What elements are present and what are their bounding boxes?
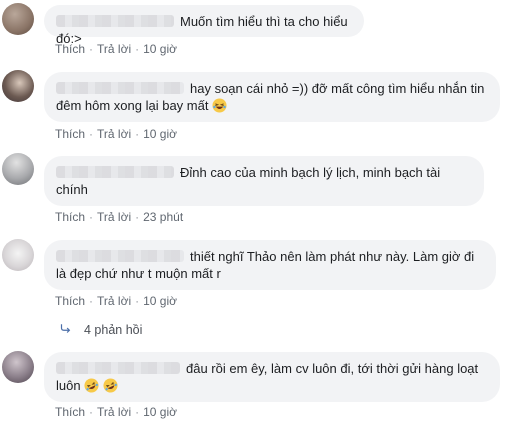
separator-dot: · [135, 127, 140, 141]
laughing-emoji [212, 98, 227, 113]
avatar[interactable] [2, 351, 34, 383]
author-name-blurred[interactable] [56, 250, 184, 262]
avatar[interactable] [2, 70, 34, 102]
author-name-blurred[interactable] [56, 166, 174, 178]
reply-arrow-icon [60, 324, 71, 333]
comment-time[interactable]: 10 giờ [143, 405, 177, 419]
comment-bubble: Muốn tìm hiểu thì ta cho hiểu đó:> [44, 5, 364, 46]
comment-time[interactable]: 10 giờ [143, 42, 177, 56]
separator-dot: · [135, 210, 140, 224]
like-link[interactable]: Thích [55, 294, 85, 308]
separator-dot: · [89, 210, 94, 224]
comment-bubble: Đỉnh cao của minh bạch lý lịch, minh bạc… [44, 156, 484, 206]
separator-dot: · [89, 42, 94, 56]
comment-time[interactable]: 10 giờ [143, 127, 177, 141]
avatar[interactable] [2, 239, 34, 271]
like-link[interactable]: Thích [55, 210, 85, 224]
comment-actions: Thích · Trả lời · 10 giờ [55, 294, 177, 308]
author-name-blurred[interactable] [56, 82, 184, 94]
comment-actions: Thích · Trả lời · 10 giờ [55, 42, 177, 56]
reply-link[interactable]: Trả lời [97, 42, 131, 56]
separator-dot: · [135, 294, 140, 308]
avatar[interactable] [2, 3, 34, 35]
comment-bubble: hay soạn cái nhỏ =)) đỡ mất công tìm hiể… [44, 72, 500, 122]
separator-dot: · [89, 405, 94, 419]
reply-link[interactable]: Trả lời [97, 127, 131, 141]
comment-time[interactable]: 10 giờ [143, 294, 177, 308]
author-name-blurred[interactable] [56, 362, 180, 374]
replies-count-label[interactable]: 4 phản hồi [84, 323, 142, 337]
view-replies-link[interactable]: 4 phản hồi [58, 322, 142, 337]
comment-actions: Thích · Trả lời · 10 giờ [55, 405, 177, 419]
like-link[interactable]: Thích [55, 42, 85, 56]
comment-bubble: đâu rồi em êy, làm cv luôn đi, tới thời … [44, 352, 500, 402]
separator-dot: · [89, 127, 94, 141]
separator-dot: · [135, 405, 140, 419]
comment-actions: Thích · Trả lời · 23 phút [55, 210, 183, 224]
rofl-emoji [103, 378, 118, 393]
avatar[interactable] [2, 153, 34, 185]
separator-dot: · [89, 294, 94, 308]
author-name-blurred[interactable] [56, 15, 174, 27]
comment-actions: Thích · Trả lời · 10 giờ [55, 127, 177, 141]
rofl-emoji [84, 378, 99, 393]
reply-link[interactable]: Trả lời [97, 210, 131, 224]
separator-dot: · [135, 42, 140, 56]
comment-bubble: thiết nghĩ Thảo nên làm phát như này. Là… [44, 240, 496, 290]
comment-time[interactable]: 23 phút [143, 210, 183, 224]
reply-link[interactable]: Trả lời [97, 294, 131, 308]
reply-link[interactable]: Trả lời [97, 405, 131, 419]
like-link[interactable]: Thích [55, 405, 85, 419]
like-link[interactable]: Thích [55, 127, 85, 141]
